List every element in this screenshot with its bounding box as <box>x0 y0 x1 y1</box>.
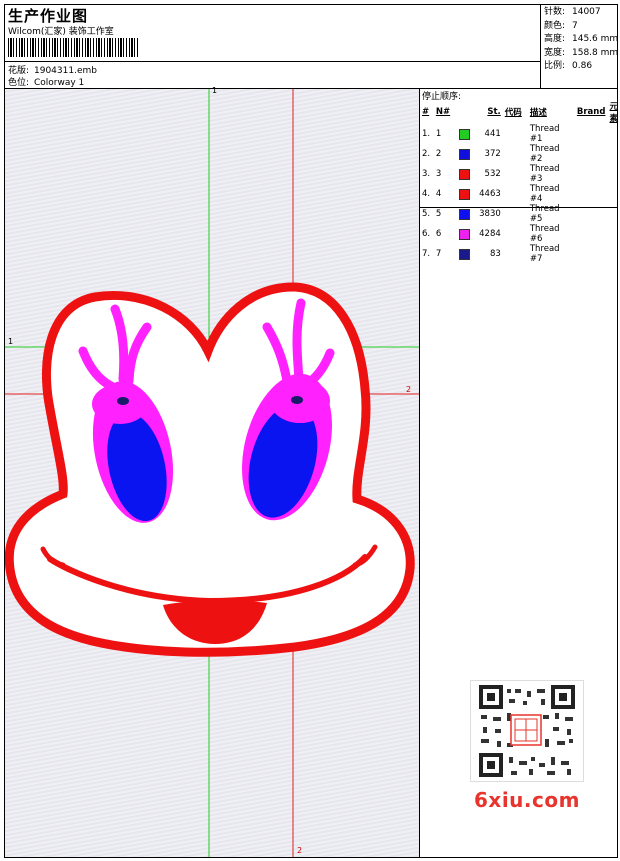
thread-row: 1. 1 441 Thread #1 <box>422 124 560 144</box>
color-swatch <box>459 188 471 200</box>
colorway-value: Colorway 1 <box>34 78 85 88</box>
right-lash-1 <box>292 298 306 384</box>
page-title: 生产作业图 <box>8 7 89 25</box>
guide-label-top: 1 <box>212 86 218 95</box>
stat-stitches: 针数: 14007 <box>544 7 601 17</box>
barcode-divider <box>4 61 540 62</box>
color-swatch <box>459 128 471 140</box>
design-canvas: 1 1 2 2 <box>5 86 419 857</box>
colorway-row: 色位: Colorway 1 <box>8 75 84 88</box>
stat-height: 高度: 145.6 mm <box>544 34 619 44</box>
stats-divider <box>540 4 541 88</box>
thread-row: 6. 6 4284 Thread #6 <box>422 224 560 244</box>
stats-panel: 针数: 14007 颜色: 7 高度: 145.6 mm 宽度: 158.8 mm 比例… <box>544 6 618 74</box>
qr-code-icon <box>479 685 575 777</box>
qr-code <box>470 680 584 782</box>
colorway-label: 色位: <box>8 78 30 88</box>
color-swatch <box>459 168 471 180</box>
guide-label-right: 2 <box>406 385 412 394</box>
thread-row: 7. 7 83 Thread #7 <box>422 244 560 264</box>
thread-table-header: # N# St. 代码 描述 Brand 元素 <box>422 102 618 124</box>
color-swatch <box>459 208 471 220</box>
watermark-site: 6xiu.com <box>474 788 580 812</box>
thread-row: 3. 3 532 Thread #3 <box>422 164 560 184</box>
stat-colors: 颜色: 7 <box>544 20 578 31</box>
thread-row: 5. 5 3830 Thread #5 <box>422 204 560 224</box>
color-swatch <box>459 228 471 240</box>
barcode <box>8 38 140 57</box>
company-name: Wilcom(汇家) 装饰工作室 <box>8 27 114 37</box>
stat-width: 宽度: 158.8 mm <box>544 47 619 58</box>
thread-row: 2. 2 372 Thread #2 <box>422 144 560 164</box>
guide-label-bottom: 2 <box>297 846 303 855</box>
guide-label-left: 1 <box>8 337 14 346</box>
color-swatch <box>459 148 471 160</box>
embroidery-design <box>5 89 419 857</box>
thread-table: # N# St. 代码 描述 Brand 元素 1. 1 441 Thread #1 2… <box>420 100 620 264</box>
color-swatch <box>459 248 471 260</box>
thread-row: 4. 4 4463 Thread #4 <box>422 184 560 204</box>
stat-scale: 比例: 0.86 <box>544 61 593 71</box>
